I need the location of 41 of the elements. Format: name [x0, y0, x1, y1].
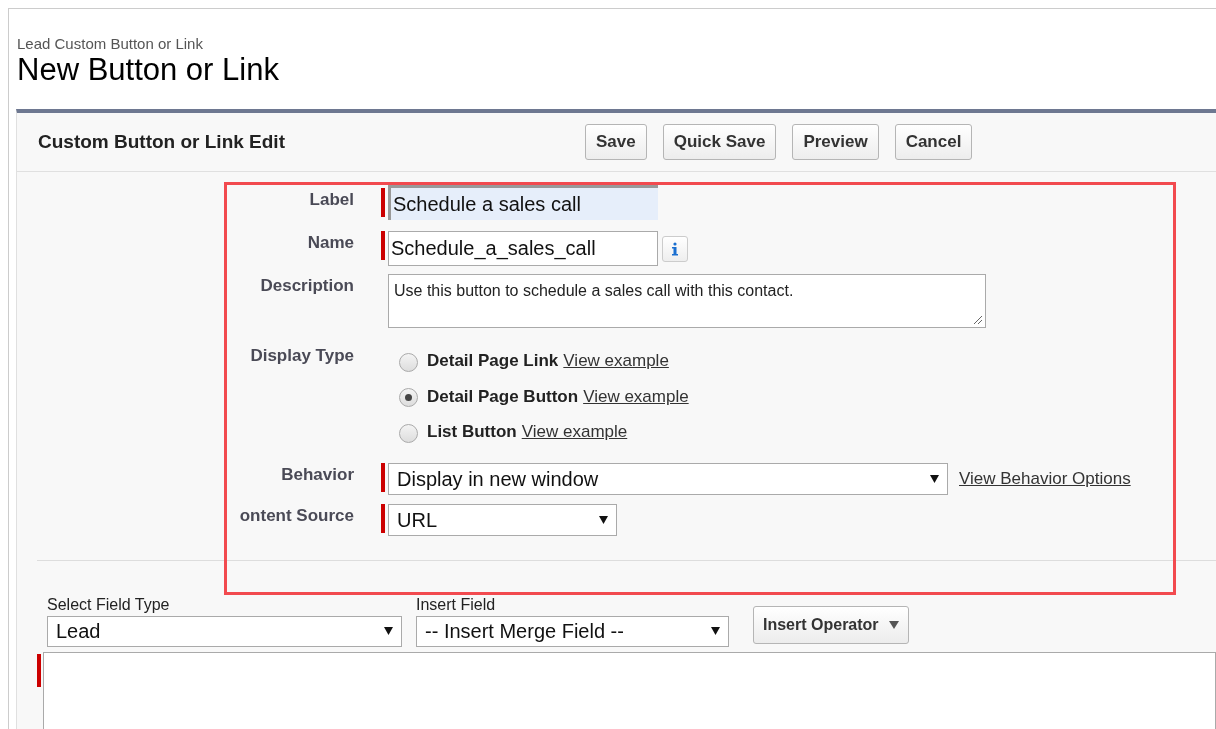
text-field[interactable]: Schedule a sales call [388, 185, 658, 220]
form-button[interactable]: Quick Save [662, 124, 777, 160]
option-label: Detail Page Button [427, 385, 579, 408]
field-label: Display Type [249, 345, 355, 366]
radio-button[interactable] [399, 388, 418, 408]
form-button[interactable]: Cancel [894, 124, 973, 160]
text-field[interactable]: Schedule_a_sales_call [388, 231, 658, 266]
field-label: Label [308, 189, 355, 210]
insert-operator-button[interactable]: Insert Operator [753, 605, 909, 644]
caret-down-icon [384, 627, 393, 635]
select-dropdown[interactable]: Display in new window [388, 462, 948, 495]
form-button[interactable]: Save [585, 124, 647, 160]
view-example-link[interactable]: View example [521, 419, 628, 445]
caret-down-icon [930, 474, 939, 483]
radio-button[interactable] [399, 352, 418, 372]
field-label: Description [259, 275, 355, 296]
option-label: List Button [427, 421, 517, 443]
caret-down-icon [711, 627, 720, 635]
field-label: Behavior [280, 463, 355, 485]
view-example-link[interactable]: View example [583, 383, 689, 409]
caret-down-icon [599, 515, 608, 524]
description-textarea[interactable]: Use this button to schedule a sales call with this contact. [388, 274, 986, 328]
select-dropdown[interactable]: URL [388, 503, 617, 536]
breadcrumb: Lead Custom Button or Link [17, 35, 204, 53]
panel-title: Custom Button or Link Edit [38, 129, 286, 154]
behavior-options-link[interactable]: View Behavior Options [959, 465, 1131, 491]
resize-grip-icon[interactable] [973, 315, 983, 325]
view-example-link[interactable]: View example [563, 348, 669, 374]
page-title: New Button or Link [17, 53, 280, 87]
radio-button[interactable] [399, 423, 418, 443]
form-button[interactable]: Preview [792, 124, 879, 160]
field-label: Select Field Type [47, 594, 170, 615]
field-label: ontent Source [238, 504, 355, 526]
option-label: Detail Page Link [427, 350, 559, 372]
select-dropdown[interactable]: Lead [47, 615, 402, 647]
select-dropdown[interactable]: -- Insert Merge Field -- [416, 615, 729, 647]
info-icon[interactable] [662, 236, 688, 262]
field-label: Insert Field [416, 594, 496, 615]
textarea-text: Use this button to schedule a sales call with this contact. [394, 282, 794, 299]
caret-down-icon [888, 620, 899, 629]
field-label: Name [306, 232, 355, 253]
